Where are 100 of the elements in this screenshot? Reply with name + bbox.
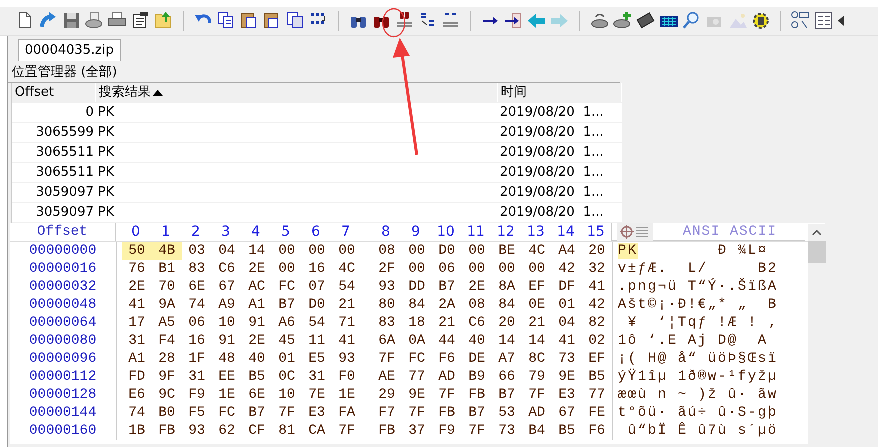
hex-byte[interactable]: 0A [402,332,432,350]
hex-byte[interactable]: 00 [302,242,332,260]
hex-byte[interactable]: 1B [122,422,152,440]
hex-byte[interactable]: 54 [302,314,332,332]
hex-byte[interactable]: 6A [372,332,402,350]
hex-byte[interactable]: 00 [462,260,492,278]
hex-byte[interactable]: A5 [152,314,182,332]
hex-byte[interactable]: EE [212,368,242,386]
hex-byte[interactable]: 7F [402,404,432,422]
hex-byte[interactable]: 45 [272,332,302,350]
hex-byte[interactable]: 42 [582,296,612,314]
hex-byte[interactable]: B5 [242,368,272,386]
hex-byte[interactable]: 02 [582,332,612,350]
hex-byte[interactable]: EF [522,278,552,296]
hex-byte[interactable]: FC [402,350,432,368]
hex-byte[interactable]: 7F [522,386,552,404]
hex-byte[interactable]: 08 [462,296,492,314]
hex-byte[interactable]: 04 [212,242,242,260]
hex-byte[interactable]: 00 [332,242,362,260]
hex-byte[interactable]: 82 [582,314,612,332]
hex-byte[interactable]: 41 [332,332,362,350]
hex-byte[interactable]: 00 [402,260,432,278]
hex-byte[interactable]: 31 [122,332,152,350]
hex-byte[interactable]: AC [242,278,272,296]
hex-byte[interactable]: B4 [522,422,552,440]
hex-byte[interactable]: A7 [492,350,522,368]
hex-byte[interactable]: BE [492,242,522,260]
hex-byte[interactable]: 31 [302,368,332,386]
hex-byte[interactable]: 10 [212,314,242,332]
hex-byte[interactable]: 2A [432,296,462,314]
hex-byte[interactable]: 7F [272,404,302,422]
column-header[interactable]: 搜索结果 [96,83,498,102]
hex-byte[interactable]: FB [462,386,492,404]
hex-byte[interactable]: B7 [462,404,492,422]
hex-byte[interactable]: 84 [492,296,522,314]
hex-byte[interactable]: 11 [302,332,332,350]
hex-byte[interactable]: 21 [522,314,552,332]
hex-byte[interactable]: 07 [302,278,332,296]
hex-byte[interactable]: 2E [242,332,272,350]
hex-byte[interactable]: 70 [152,278,182,296]
hex-byte[interactable]: 67 [552,404,582,422]
hex-byte[interactable]: DD [402,278,432,296]
hex-byte[interactable]: FE [582,404,612,422]
hex-byte[interactable]: 00 [462,242,492,260]
hex-byte[interactable]: E3 [302,404,332,422]
hex-byte[interactable]: 7F [332,422,362,440]
hex-byte[interactable]: 93 [182,422,212,440]
hex-byte[interactable]: CA [302,422,332,440]
hex-byte[interactable]: F0 [332,368,362,386]
hex-byte[interactable]: 93 [332,350,362,368]
hex-byte[interactable]: 9A [152,296,182,314]
hex-byte[interactable]: 77 [582,386,612,404]
hex-byte[interactable]: D0 [302,296,332,314]
hex-byte[interactable]: 81 [272,422,302,440]
hex-byte[interactable]: F7 [372,404,402,422]
hex-byte[interactable]: 18 [402,314,432,332]
hex-byte[interactable]: 53 [492,404,522,422]
hex-byte[interactable]: 9E [552,368,582,386]
hex-byte[interactable]: 9F [152,368,182,386]
hex-byte[interactable]: 37 [402,422,432,440]
hex-byte[interactable]: B7 [272,296,302,314]
file-tab[interactable]: 00004035.zip [18,39,121,61]
hex-byte[interactable]: 40 [462,332,492,350]
hex-byte[interactable]: 28 [152,350,182,368]
hex-byte[interactable]: 14 [522,332,552,350]
hex-byte[interactable]: 6E [242,386,272,404]
hex-byte[interactable]: FB [152,422,182,440]
hex-byte[interactable]: 21 [332,296,362,314]
hex-byte[interactable]: 0E [522,296,552,314]
hex-byte[interactable]: AE [372,368,402,386]
hex-byte[interactable]: 44 [432,332,462,350]
column-header[interactable]: Offset [12,83,96,102]
hex-byte[interactable]: B7 [242,404,272,422]
hex-byte[interactable]: 7E [302,386,332,404]
hex-byte[interactable]: E5 [302,350,332,368]
hex-byte[interactable]: AD [432,368,462,386]
hex-byte[interactable]: F9 [432,422,462,440]
hex-byte[interactable]: FC [272,278,302,296]
hex-byte[interactable]: FC [212,404,242,422]
hex-byte[interactable]: F9 [182,386,212,404]
hex-byte[interactable]: 8C [522,350,552,368]
hex-byte[interactable]: 74 [122,404,152,422]
hex-byte[interactable]: FA [332,404,362,422]
hex-byte[interactable]: B5 [552,422,582,440]
hex-byte[interactable]: A1 [122,350,152,368]
hex-byte[interactable]: B7 [432,278,462,296]
hex-byte[interactable]: 16 [302,260,332,278]
hex-byte[interactable]: A6 [272,314,302,332]
hex-byte[interactable]: 74 [182,296,212,314]
crosshair-icon[interactable] [617,222,653,240]
hex-byte[interactable]: 06 [432,260,462,278]
hex-byte[interactable]: DF [552,278,582,296]
hex-byte[interactable]: B9 [462,368,492,386]
hex-byte[interactable]: 8A [492,278,522,296]
hex-byte[interactable]: A1 [242,296,272,314]
hex-byte[interactable]: B7 [492,386,522,404]
hex-byte[interactable]: 1E [212,386,242,404]
hex-byte[interactable]: 7F [372,350,402,368]
hex-byte[interactable]: 31 [182,368,212,386]
hex-byte[interactable]: 03 [182,242,212,260]
